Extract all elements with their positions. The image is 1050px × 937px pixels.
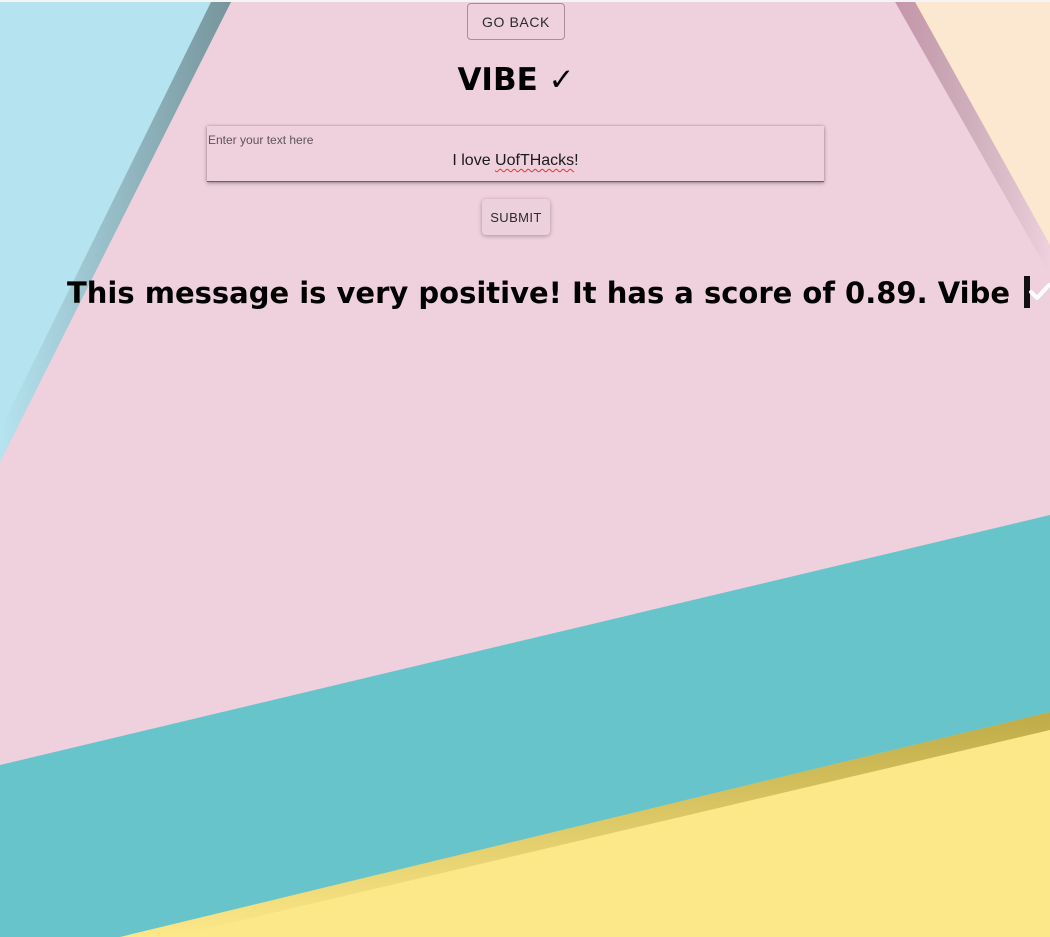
input-value[interactable]: I love UofTHacks! <box>207 152 824 170</box>
text-input-field[interactable]: Enter your text here I love UofTHacks! <box>207 126 824 182</box>
go-back-button[interactable]: GO BACK <box>467 3 565 40</box>
submit-button[interactable]: SUBMIT <box>482 199 550 235</box>
input-label: Enter your text here <box>208 133 314 147</box>
main-content: GO BACK VIBE ✓ Enter your text here I lo… <box>0 0 1050 937</box>
input-value-suffix: ! <box>574 152 579 169</box>
result-message: This message is very positive! It has a … <box>67 276 1050 310</box>
result-text: This message is very positive! It has a … <box>67 276 1011 310</box>
input-value-misspelled-word: UofTHacks <box>495 152 575 169</box>
page-title: VIBE ✓ <box>457 62 575 98</box>
input-value-prefix: I love <box>452 152 496 169</box>
check-mark-button-icon <box>1024 276 1050 308</box>
